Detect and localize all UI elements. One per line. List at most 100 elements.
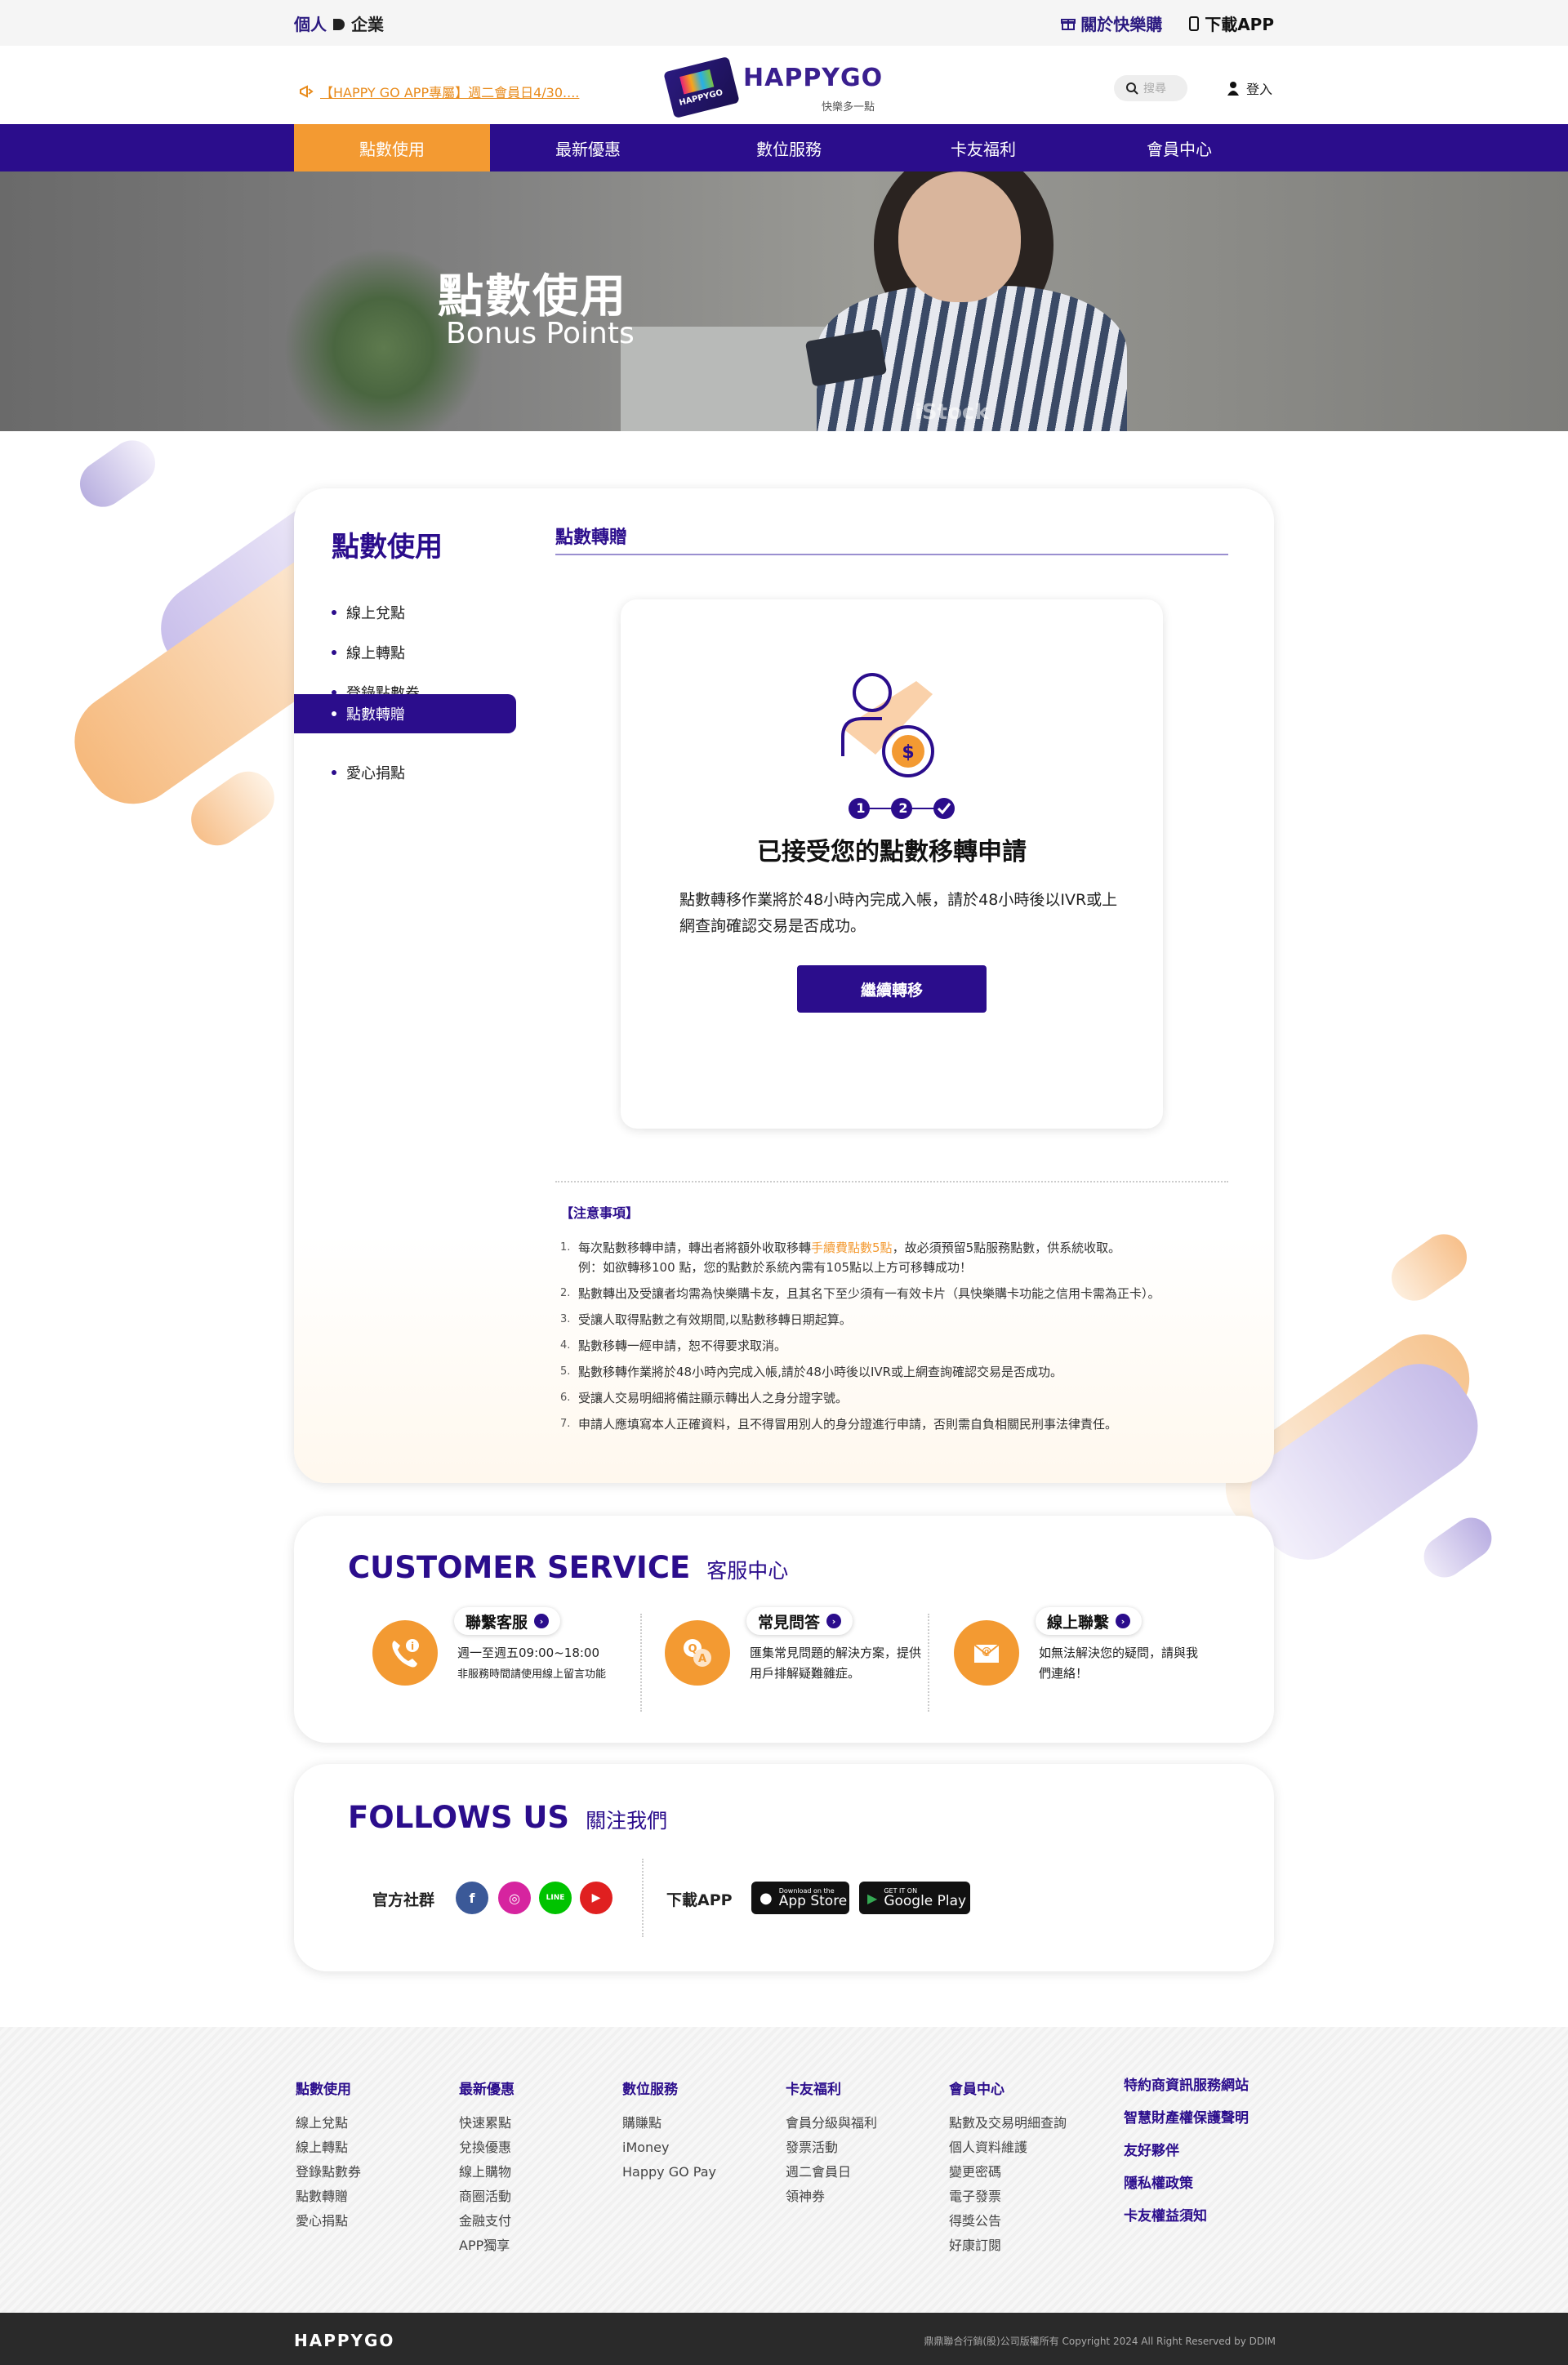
- faq-button[interactable]: 常見問答 ›: [746, 1607, 853, 1635]
- decor-pill-orange-right-small: [1382, 1225, 1477, 1310]
- chevron-right-icon: ›: [534, 1614, 550, 1628]
- site-logo[interactable]: HAPPYGO HAPPYGO 快樂多一點: [663, 56, 889, 119]
- notes-title: 【注意事項】: [560, 1205, 639, 1221]
- search-placeholder: 搜尋: [1143, 82, 1166, 96]
- footer-column-offers: 最新優惠 快速累點 兌換優惠 線上購物 商圈活動 金融支付 APP獨享: [459, 2082, 514, 2253]
- success-message: 點數轉移作業將於48小時內完成入帳，請於48小時後以IVR或上網查詢確認交易是否…: [679, 891, 1118, 935]
- main-nav: 點數使用 最新優惠 數位服務 卡友福利 會員中心: [0, 124, 1568, 171]
- decor-pill-purple-right-small: [1415, 1509, 1500, 1586]
- sidebar-item-online-redeem[interactable]: 線上兌點: [294, 593, 516, 632]
- instagram-icon[interactable]: ◎: [498, 1882, 531, 1914]
- about-label: 關於快樂購: [1080, 15, 1163, 34]
- download-app-link[interactable]: 下載APP: [1188, 11, 1274, 35]
- svg-text:A: A: [698, 1653, 706, 1665]
- footer-column-digital: 數位服務 購賺點 iMoney Happy GO Pay: [622, 2082, 716, 2180]
- user-icon: [1227, 82, 1239, 96]
- sidebar-item-online-convert[interactable]: 線上轉點: [294, 633, 516, 672]
- google-play-button[interactable]: ▶ GET IT ON Google Play: [859, 1882, 970, 1914]
- main-content-card: 點數使用 線上兌點 線上轉點 登錄點數券 點數轉贈 愛心捐點 點數轉贈 $ 1 …: [294, 488, 1274, 1483]
- footer-column-points: 點數使用 線上兌點 線上轉點 登錄點數券 點數轉贈 愛心捐點: [296, 2082, 362, 2229]
- line-icon[interactable]: LINE: [539, 1882, 572, 1914]
- mobile-icon: [1189, 16, 1200, 31]
- sidebar-item-points-transfer[interactable]: 點數轉贈: [294, 694, 516, 733]
- step-2-label: 2: [898, 800, 908, 816]
- nav-item-member[interactable]: 會員中心: [1081, 124, 1277, 171]
- nav-item-points[interactable]: 點數使用: [294, 124, 490, 171]
- footer-link-rights[interactable]: 卡友權益須知: [1124, 2200, 1249, 2233]
- nav-item-benefits[interactable]: 卡友福利: [885, 124, 1081, 171]
- contact-service-button[interactable]: 聯繫客服 ›: [454, 1607, 561, 1635]
- logo-slogan: 快樂多一點: [822, 101, 875, 114]
- sidebar-item-charity-donate[interactable]: 愛心捐點: [294, 753, 516, 792]
- faq-icon: QA: [665, 1620, 730, 1686]
- section-title: 點數轉贈: [555, 528, 628, 548]
- footer-links: 特約商資訊服務網站 智慧財產權保護聲明 友好夥伴 隱私權政策 卡友權益須知: [1124, 2069, 1249, 2233]
- note-example: 例：如欲轉移100 點，您的點數於系統內需有105點以上方可移轉成功！: [578, 1260, 973, 1275]
- hero-banner: 點數使用 Bonus Points iStock: [0, 171, 1568, 431]
- business-link[interactable]: 企業: [351, 11, 384, 35]
- personal-link[interactable]: 個人: [294, 11, 327, 35]
- footer-link-merchant[interactable]: 特約商資訊服務網站: [1124, 2069, 1249, 2102]
- gift-icon: [1061, 18, 1076, 30]
- fee-highlight: 手續費點數5點: [811, 1240, 893, 1255]
- section-divider: [555, 554, 1228, 555]
- hero-watermark: iStock: [915, 400, 989, 425]
- nav-item-offers[interactable]: 最新優惠: [490, 124, 686, 171]
- hero-subtitle: Bonus Points: [446, 317, 635, 350]
- download-app-label: 下載APP: [666, 1891, 733, 1909]
- hero-face-image: [898, 171, 1021, 302]
- service-divider: [928, 1614, 929, 1712]
- site-header: 【HAPPY GO APP專屬】週二會員日4/30.... HAPPYGO HA…: [0, 46, 1568, 124]
- notes-divider: [555, 1181, 1228, 1182]
- footer-link-partners[interactable]: 友好夥伴: [1124, 2135, 1249, 2167]
- note-item: 2. 點數轉出及受讓者均需為快樂購卡友，且其名下至少須有一有效卡片（具快樂購卡功能…: [560, 1286, 1160, 1301]
- search-icon: [1126, 82, 1138, 95]
- download-app-label: 下載APP: [1205, 15, 1274, 34]
- footer-column-benefits: 卡友福利 會員分級與福利 發票活動 週二會員日 領神券: [786, 2082, 878, 2204]
- search-input[interactable]: 搜尋: [1114, 75, 1187, 101]
- online-contact-desc: 如無法解決您的疑問，請與我們連絡！: [1039, 1646, 1199, 1681]
- step-1-label: 1: [856, 800, 866, 816]
- note-item: 7. 申請人應填寫本人正確資料，且不得冒用別人的身分證進行申請，否則需自負相關民刑…: [560, 1417, 1118, 1432]
- hero-laptop-image: [621, 327, 833, 431]
- top-bar: 個人 企業 關於快樂購 下載APP: [0, 0, 1568, 46]
- login-button[interactable]: 登入: [1227, 78, 1272, 98]
- note-item: 6. 受讓人交易明細將備註顯示轉出人之身分證字號。: [560, 1391, 849, 1405]
- note-item: 4. 點數移轉一經申請，恕不得要求取消。: [560, 1338, 787, 1353]
- logo-text: HAPPYGO: [743, 64, 884, 92]
- footer-column-member: 會員中心 點數及交易明細查詢 個人資料維護 變更密碼 電子發票 得獎公告 好康訂…: [949, 2082, 1067, 2253]
- online-contact-button[interactable]: 線上聯繫 ›: [1036, 1607, 1143, 1635]
- nav-item-digital[interactable]: 數位服務: [691, 124, 887, 171]
- top-links: 關於快樂購 下載APP: [1061, 11, 1274, 35]
- google-play-icon: ▶: [867, 1890, 878, 1906]
- app-store-button[interactable]: ● Download on the App Store: [751, 1882, 849, 1914]
- svg-text:i: i: [411, 1641, 414, 1652]
- continue-transfer-button[interactable]: 繼續轉移: [797, 965, 987, 1013]
- megaphone-icon: [300, 85, 314, 98]
- customer-service-panel: CUSTOMER SERVICE 客服中心 i 聯繫客服 › 週一至週五09:00~…: [294, 1516, 1274, 1743]
- copyright-bar: HAPPYGO 鼎鼎聯合行銷(股)公司版權所有 Copyright 2024 A…: [0, 2313, 1568, 2365]
- contact-service-desc: 週一至週五09:00~18:00 非服務時間請使用線上留言功能: [457, 1646, 607, 1681]
- footer-link-ip[interactable]: 智慧財產權保護聲明: [1124, 2102, 1249, 2135]
- chevron-right-icon: ›: [826, 1614, 842, 1628]
- success-title: 已接受您的點數移轉申請: [757, 838, 1027, 866]
- logo-card-icon: HAPPYGO: [663, 56, 740, 119]
- svg-text:@: @: [982, 1646, 991, 1657]
- footer-link-privacy[interactable]: 隱私權政策: [1124, 2167, 1249, 2200]
- site-footer: 點數使用 線上兌點 線上轉點 登錄點數券 點數轉贈 愛心捐點 最新優惠 快速累點…: [0, 2027, 1568, 2313]
- copyright-text: 鼎鼎聯合行銷(股)公司版權所有 Copyright 2024 All Right…: [924, 2336, 1276, 2347]
- youtube-icon[interactable]: ▶: [580, 1882, 612, 1914]
- service-divider: [640, 1614, 642, 1712]
- follows-us-panel: FOLLOWS US 關注我們 官方社群 f ◎ LINE ▶ 下載APP ● D…: [294, 1764, 1274, 1971]
- about-link[interactable]: 關於快樂購: [1061, 11, 1162, 35]
- chevron-right-icon: ›: [1116, 1614, 1131, 1628]
- notes-list: 1. 每次點數移轉申請，轉出者將額外收取移轉手續費點數5點，故必須預留5點服務點…: [560, 1235, 1238, 1437]
- hero-title: 點數使用: [438, 270, 627, 323]
- audience-switch: 個人 企業: [294, 11, 384, 35]
- announcement-marquee[interactable]: 【HAPPY GO APP專屬】週二會員日4/30....: [299, 82, 579, 101]
- phone-info-icon: i: [372, 1620, 438, 1686]
- decor-pill-orange-small: [180, 761, 285, 856]
- facebook-icon[interactable]: f: [456, 1882, 488, 1914]
- apple-icon: ●: [760, 1889, 773, 1907]
- switch-indicator-icon: [333, 18, 345, 30]
